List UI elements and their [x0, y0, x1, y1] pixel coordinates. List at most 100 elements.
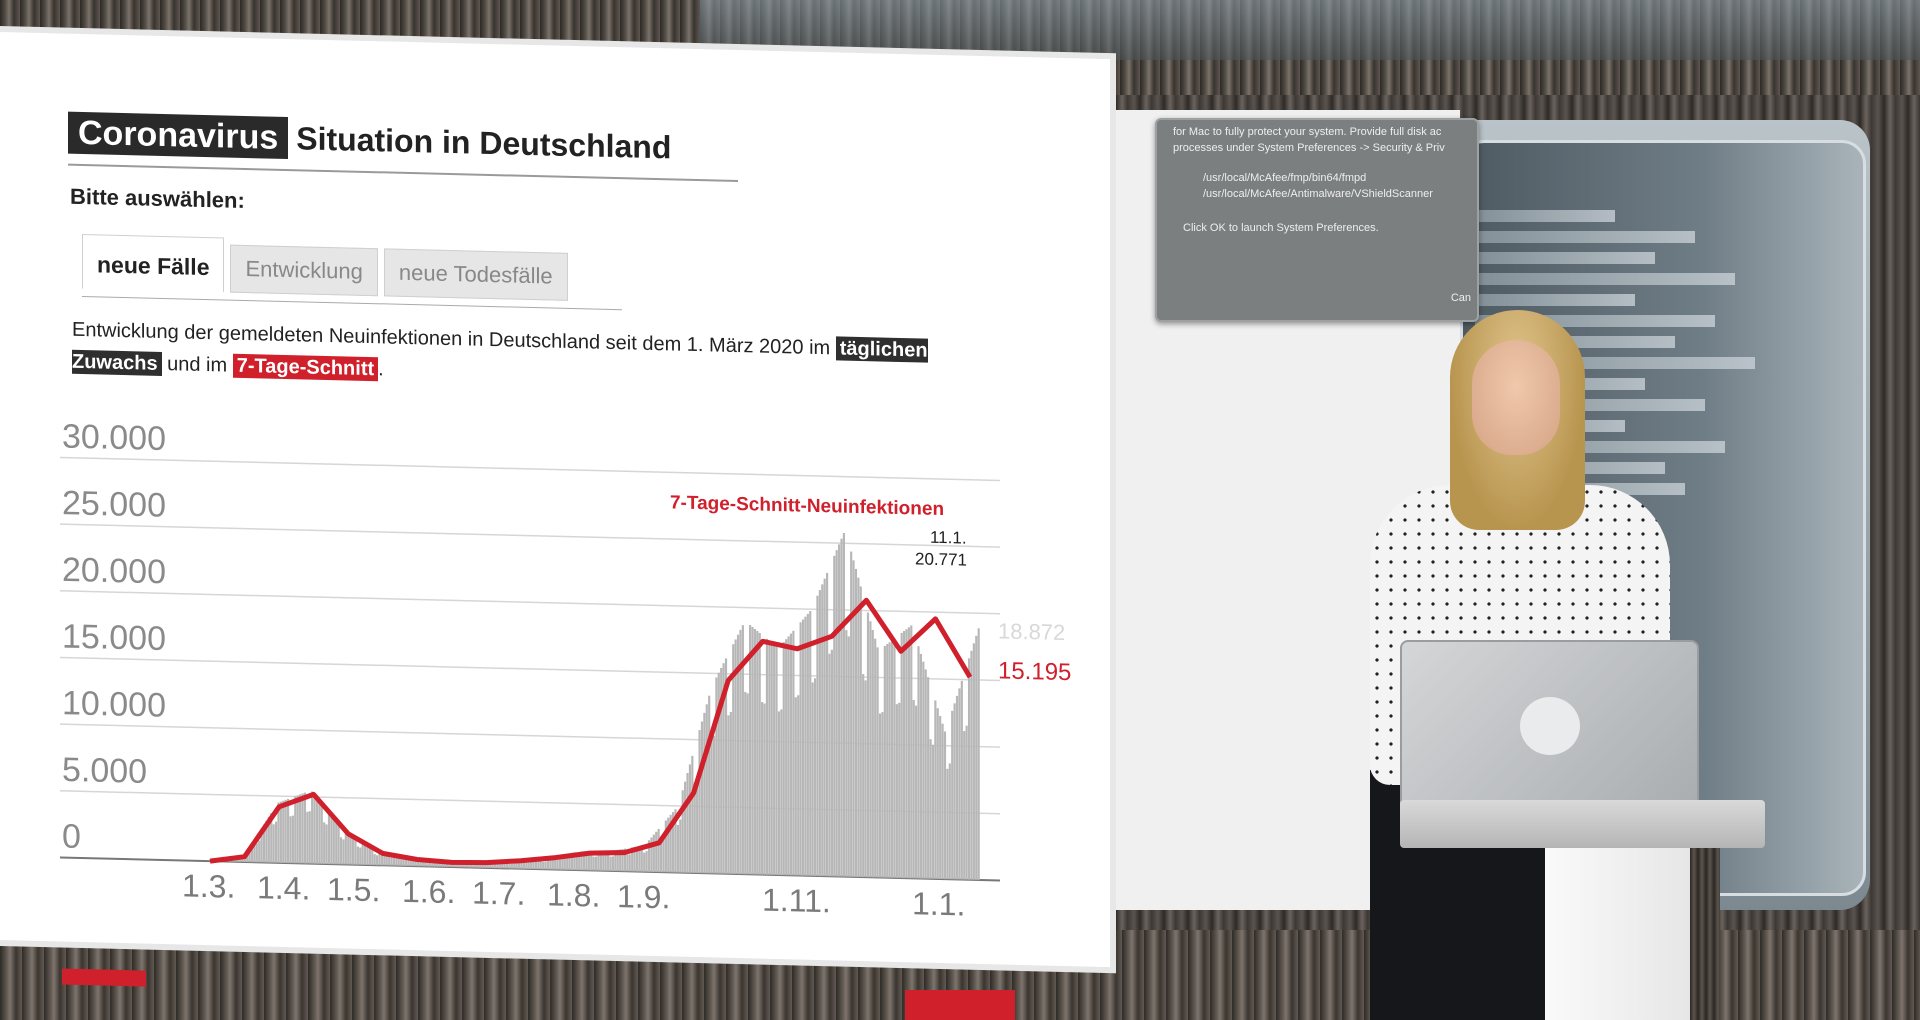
daily-bar: [929, 739, 932, 879]
daily-bar: [787, 636, 790, 876]
alert-line-2: processes under System Preferences -> Se…: [1173, 142, 1445, 154]
daily-bar: [337, 823, 340, 865]
daily-bar: [946, 768, 949, 880]
daily-bar: [255, 843, 258, 863]
daily-bar: [833, 555, 836, 877]
daily-bar: [773, 644, 776, 875]
daily-bar: [782, 642, 785, 876]
chart: 30.000 25.000 20.000 15.000 10.000 5.000 0 7-Ta…: [60, 418, 1071, 923]
daily-bar: [332, 817, 335, 865]
daily-bar: [542, 861, 545, 870]
channel-logo: [905, 990, 1015, 1020]
daily-bar: [768, 640, 771, 875]
daily-bar: [296, 795, 299, 864]
daily-bar: [941, 723, 944, 880]
daily-bar: [645, 851, 648, 872]
daily-bar: [780, 709, 783, 876]
daily-bar: [761, 702, 764, 875]
daily-bar: [876, 647, 879, 878]
daily-bar: [900, 632, 903, 879]
daily-bar: [347, 833, 350, 865]
daily-bar: [339, 837, 343, 865]
daily-bar: [703, 712, 706, 874]
daily-bar: [838, 544, 841, 877]
podium-top: [1400, 800, 1765, 848]
daily-bar: [939, 715, 942, 880]
daily-bar: [857, 577, 860, 878]
end-label-faded: 18.872: [998, 618, 1065, 645]
daily-bar: [866, 612, 870, 878]
daily-bar: [609, 856, 612, 871]
daily-bar: [895, 704, 898, 878]
daily-bar: [356, 846, 359, 865]
daily-bar: [792, 630, 795, 876]
presenter-face: [1472, 340, 1560, 455]
daily-bar: [912, 699, 915, 879]
daily-bar: [917, 646, 920, 879]
daily-bar: [657, 828, 660, 873]
daily-bar: [744, 691, 747, 875]
daily-bar: [652, 834, 655, 873]
daily-bar: [746, 693, 749, 875]
daily-bar: [801, 619, 805, 876]
alert-line-3: /usr/local/McAfee/fmp/bin64/fmpd: [1203, 172, 1367, 184]
select-prompt: Bitte auswählen:: [70, 183, 245, 213]
daily-bar: [578, 856, 581, 871]
daily-bar: [958, 688, 961, 880]
y-tick-label: 15.000: [62, 618, 166, 659]
annotation-date: 11.1.: [930, 528, 967, 548]
daily-bar: [611, 856, 615, 872]
y-tick-label: 30.000: [62, 418, 166, 459]
daily-bar: [840, 538, 843, 877]
daily-bar: [799, 622, 802, 876]
daily-bar: [970, 650, 973, 880]
daily-bar: [816, 595, 819, 877]
daily-bar: [828, 653, 831, 877]
tab-neue-todesfaelle[interactable]: neue Todesfälle: [383, 248, 568, 301]
x-tick-label: 1.6.: [402, 873, 455, 910]
daily-bar: [859, 586, 862, 878]
daily-bar: [881, 712, 884, 878]
daily-bar: [628, 854, 631, 872]
tab-entwicklung[interactable]: Entwicklung: [230, 244, 378, 297]
alert-line-5: Click OK to launch System Preferences.: [1183, 222, 1379, 234]
tab-bar: neue Fälle Entwicklung neue Todesfälle: [82, 234, 574, 301]
tab-neue-faelle[interactable]: neue Fälle: [82, 234, 225, 293]
daily-bar: [508, 863, 511, 869]
daily-bar: [303, 792, 307, 864]
daily-bar: [684, 781, 687, 873]
daily-bar: [915, 705, 918, 879]
daily-bar: [953, 703, 956, 880]
daily-bar: [390, 857, 393, 866]
daily-bar: [903, 631, 906, 879]
daily-bar: [753, 628, 756, 875]
x-tick-label: 1.8.: [547, 876, 600, 913]
daily-bar: [963, 731, 966, 880]
daily-bar: [874, 638, 877, 878]
daily-bar: [712, 735, 716, 874]
daily-bar: [758, 632, 761, 875]
daily-bar: [335, 820, 338, 865]
brand-strip: [62, 968, 146, 987]
daily-bar: [323, 822, 326, 864]
x-tick-label: 1.9.: [617, 878, 670, 915]
daily-bar: [527, 862, 530, 869]
daily-bar: [643, 852, 646, 872]
daily-bar: [294, 796, 297, 864]
daily-bar: [561, 859, 564, 870]
daily-bar: [575, 856, 578, 871]
series-label: 7-Tage-Schnitt-Neuinfektionen: [670, 492, 944, 520]
daily-bar: [301, 793, 304, 864]
daily-bar: [342, 839, 345, 865]
daily-bar: [409, 860, 412, 867]
daily-bar: [676, 824, 679, 873]
daily-bar: [325, 824, 328, 865]
daily-bar: [700, 721, 704, 874]
title-text: Situation in Deutschland: [296, 120, 672, 166]
title-highlight: Coronavirus: [68, 111, 289, 160]
daily-bar: [327, 811, 331, 865]
daily-bar: [258, 840, 261, 863]
daily-bar: [785, 639, 788, 876]
daily-bar: [960, 680, 963, 880]
x-tick-label: 1.5.: [327, 871, 380, 908]
